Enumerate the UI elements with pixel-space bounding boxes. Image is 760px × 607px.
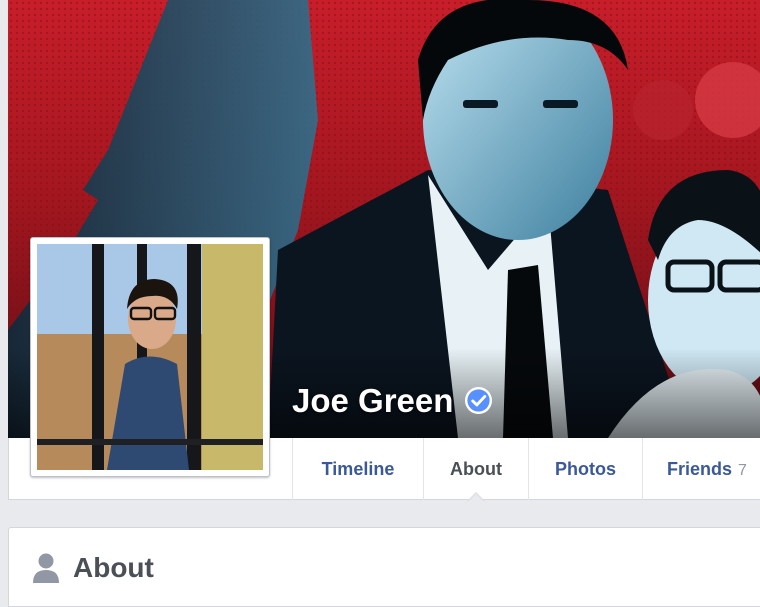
about-section-title: About [73,552,154,583]
tab-timeline[interactable]: Timeline [292,438,423,500]
active-tab-indicator-inner [468,494,484,502]
tab-photos-label: Photos [555,459,616,479]
profile-photo [37,244,263,470]
tab-timeline-label: Timeline [321,459,395,479]
tab-about[interactable]: About [423,438,528,502]
tab-friends-label: Friends [667,459,733,479]
friends-count: 7 [738,462,747,479]
about-section: About [8,527,760,607]
tab-photos[interactable]: Photos [528,438,642,500]
profile-picture[interactable] [30,237,270,477]
profile-tabs: Timeline About Photos Friends 7 [292,438,760,502]
profile-name[interactable]: Joe Green [292,382,453,420]
person-icon [33,553,59,583]
tab-friends[interactable]: Friends 7 [642,438,760,500]
tab-about-label: About [450,459,502,479]
verified-badge-icon [464,386,493,415]
